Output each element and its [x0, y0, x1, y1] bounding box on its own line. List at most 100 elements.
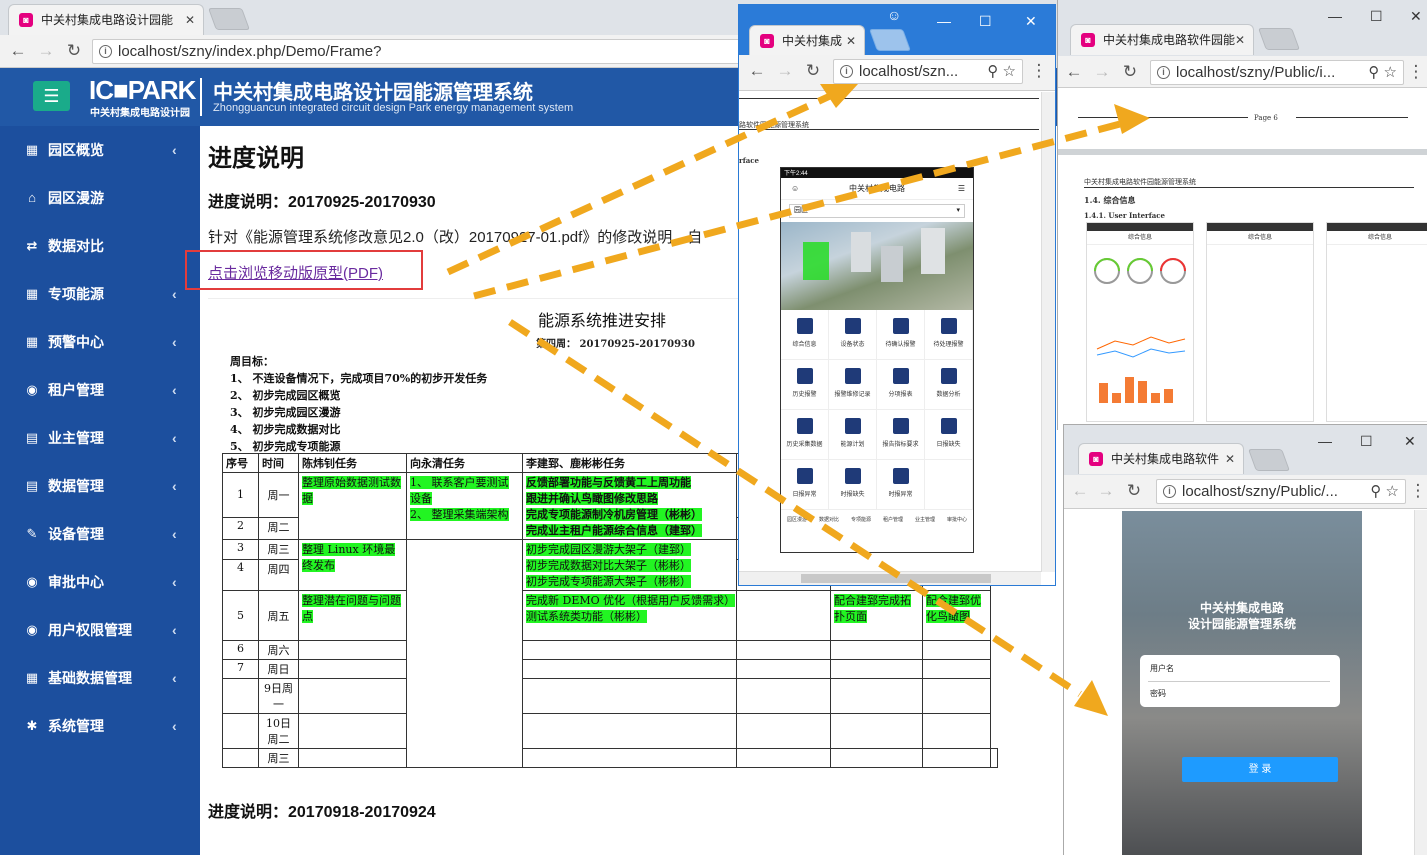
main-tab[interactable]: ◙ 中关村集成电路设计园能 ✕ [8, 4, 204, 35]
sidebar-item[interactable]: ◉ 租户管理 ‹ [0, 366, 200, 414]
sidebar-item[interactable]: ◉ 审批中心 ‹ [0, 558, 200, 606]
function-tile[interactable]: 能源计划 [829, 410, 877, 460]
back-icon[interactable]: ← [1070, 480, 1090, 502]
login-address-bar[interactable]: i localhost/szny/Public/... ⚲ ☆ [1156, 479, 1406, 504]
reload-icon[interactable]: ↻ [803, 60, 823, 82]
maximize-icon[interactable]: ☐ [1370, 8, 1383, 25]
function-tile[interactable]: 时报异常 [877, 460, 925, 510]
forward-icon[interactable]: → [36, 40, 56, 62]
back-icon[interactable]: ← [8, 40, 28, 62]
close-tab-icon[interactable]: ✕ [1235, 25, 1245, 55]
sidebar-item[interactable]: ✱ 系统管理 ‹ [0, 702, 200, 750]
function-label: 时报异常 [888, 492, 913, 498]
menu-toggle-button[interactable]: ☰ [33, 81, 70, 111]
function-tile[interactable]: 历史报警 [781, 360, 829, 410]
function-tile[interactable]: 设备状态 [829, 310, 877, 360]
function-label: 数据分析 [936, 392, 961, 398]
function-grid: 综合信息 设备状态 待确认报警 待处理报警历史报警 报警维修记录 分项报表 数据分析历史采集… [781, 310, 973, 510]
new-tab-button[interactable] [1247, 449, 1291, 471]
mobile-tab[interactable]: ◙ 中关村集成 ✕ [749, 25, 865, 56]
function-tile[interactable] [925, 460, 973, 510]
scrollbar[interactable] [1041, 92, 1055, 572]
function-tile[interactable]: 报警维修记录 [829, 360, 877, 410]
park-select-value: 园区 [794, 207, 808, 214]
zoom-star-icons[interactable]: ⚲ ☆ [983, 60, 1016, 83]
sidebar-item[interactable]: ⇄ 数据对比 [0, 222, 200, 270]
sidebar-item[interactable]: ⌂ 园区漫游 [0, 174, 200, 222]
close-tab-icon[interactable]: ✕ [846, 26, 856, 56]
main-address-bar[interactable]: i localhost/szny/index.php/Demo/Frame? [92, 39, 752, 64]
password-field[interactable]: 密码 [1150, 688, 1166, 699]
sidebar-item[interactable]: ▦ 基础数据管理 ‹ [0, 654, 200, 702]
exchange-icon: ⇄ [26, 238, 38, 253]
sidebar-item-label: 数据管理 [48, 478, 104, 494]
new-tab-button[interactable] [868, 29, 912, 51]
minimize-icon[interactable]: — [937, 13, 951, 29]
sidebar-item[interactable]: ▦ 专项能源 ‹ [0, 270, 200, 318]
park-select[interactable]: 园区 ▾ [789, 204, 965, 218]
zoom-star-icons[interactable]: ⚲ ☆ [1364, 61, 1397, 84]
minimize-icon[interactable]: — [1318, 433, 1332, 449]
reload-icon[interactable]: ↻ [1120, 61, 1140, 83]
forward-icon[interactable]: → [1096, 480, 1116, 502]
chen-task: 整理原始数据测试数据 [302, 476, 401, 505]
close-window-icon[interactable]: ✕ [1025, 13, 1037, 30]
login-tab[interactable]: ◙ 中关村集成电路软件 ✕ [1078, 443, 1244, 474]
bottom-nav-item[interactable]: 园区漫游 [787, 516, 807, 523]
menu-dots-icon[interactable]: ⋮ [1029, 60, 1049, 82]
minimize-icon[interactable]: — [1328, 8, 1342, 24]
menu-dots-icon[interactable]: ⋮ [1408, 480, 1427, 502]
bottom-nav-item[interactable]: 业主管理 [915, 516, 935, 523]
function-icon [844, 318, 861, 334]
sidebar-item[interactable]: ✎ 设备管理 ‹ [0, 510, 200, 558]
scrollbar[interactable] [1414, 510, 1427, 855]
function-tile[interactable]: 时报缺失 [829, 460, 877, 510]
login-button[interactable]: 登 录 [1182, 757, 1338, 782]
mobile-address-bar[interactable]: i localhost/szn... ⚲ ☆ [833, 59, 1023, 84]
username-field[interactable]: 用户名 [1150, 663, 1174, 674]
bottom-nav-item[interactable]: 租户管理 [883, 516, 903, 523]
user-icon[interactable]: ☺ [791, 178, 799, 200]
close-tab-icon[interactable]: ✕ [1225, 444, 1235, 474]
reload-icon[interactable]: ↻ [64, 40, 84, 62]
new-tab-button[interactable] [207, 8, 251, 30]
new-tab-button[interactable] [1257, 28, 1301, 50]
reload-icon[interactable]: ↻ [1124, 480, 1144, 502]
sidebar-item[interactable]: ▦ 预警中心 ‹ [0, 318, 200, 366]
hamburger-icon[interactable]: ☰ [958, 178, 965, 200]
bottom-nav-item[interactable]: 数据对比 [819, 516, 839, 523]
function-tile[interactable]: 日报缺失 [925, 410, 973, 460]
forward-icon[interactable]: → [775, 60, 795, 82]
pdf-tab[interactable]: ◙ 中关村集成电路软件园能 ✕ [1070, 24, 1254, 55]
pdf-address-bar[interactable]: i localhost/szny/Public/i... ⚲ ☆ [1150, 60, 1404, 85]
function-tile[interactable]: 待处理报警 [925, 310, 973, 360]
close-tab-icon[interactable]: ✕ [185, 5, 195, 35]
function-tile[interactable]: 待确认报警 [877, 310, 925, 360]
sidebar-item[interactable]: ▤ 数据管理 ‹ [0, 462, 200, 510]
function-tile[interactable]: 报告指标要求 [877, 410, 925, 460]
function-tile[interactable]: 数据分析 [925, 360, 973, 410]
horizontal-scrollbar[interactable] [739, 571, 1041, 585]
maximize-icon[interactable]: ☐ [1360, 433, 1373, 450]
close-window-icon[interactable]: ✕ [1410, 8, 1422, 25]
function-tile[interactable]: 分项报表 [877, 360, 925, 410]
maximize-icon[interactable]: ☐ [979, 13, 992, 30]
sidebar-item[interactable]: ▤ 业主管理 ‹ [0, 414, 200, 462]
sidebar-item[interactable]: ▦ 园区概览 ‹ [0, 126, 200, 174]
sidebar-item[interactable]: ◉ 用户权限管理 ‹ [0, 606, 200, 654]
li-task: 初步完成数据对比大架子（彬彬） [526, 559, 691, 572]
bottom-nav-item[interactable]: 专项能源 [851, 516, 871, 523]
forward-icon[interactable]: → [1092, 61, 1112, 83]
close-window-icon[interactable]: ✕ [1404, 433, 1416, 450]
bottom-nav-item[interactable]: 审批中心 [947, 516, 967, 523]
back-icon[interactable]: ← [1064, 61, 1084, 83]
pdf-section: 1.4. 综合信息 [1084, 195, 1136, 205]
function-tile[interactable]: 历史采集数据 [781, 410, 829, 460]
profile-icon[interactable]: ☺ [887, 7, 901, 23]
back-icon[interactable]: ← [747, 60, 767, 82]
function-tile[interactable]: 日报异常 [781, 460, 829, 510]
zoom-star-icons[interactable]: ⚲ ☆ [1366, 480, 1399, 503]
function-tile[interactable]: 综合信息 [781, 310, 829, 360]
menu-dots-icon[interactable]: ⋮ [1406, 61, 1426, 83]
pdf-subsection: 1.4.1. User Interface [1084, 211, 1165, 220]
